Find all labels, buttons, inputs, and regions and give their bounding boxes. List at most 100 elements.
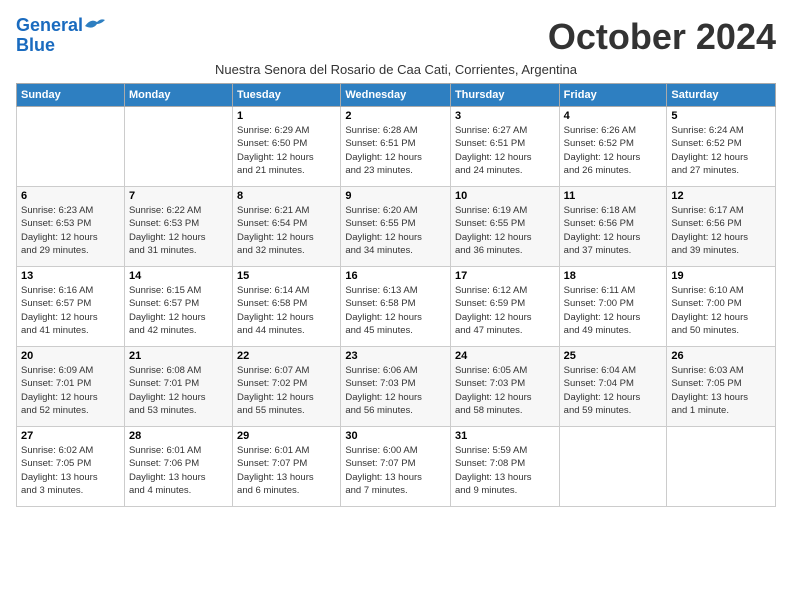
day-number: 16 <box>345 270 446 282</box>
day-number: 31 <box>455 430 555 442</box>
calendar-cell: 24 Sunrise: 6:05 AM Sunset: 7:03 PM Dayli… <box>450 347 559 427</box>
day-info: Sunrise: 6:24 AM Sunset: 6:52 PM Dayligh… <box>671 124 771 177</box>
calendar-cell: 10 Sunrise: 6:19 AM Sunset: 6:55 PM Dayli… <box>450 187 559 267</box>
day-info: Sunrise: 6:29 AM Sunset: 6:50 PM Dayligh… <box>237 124 336 177</box>
weekday-header-thursday: Thursday <box>450 84 559 107</box>
day-info: Sunrise: 6:12 AM Sunset: 6:59 PM Dayligh… <box>455 284 555 337</box>
day-info: Sunrise: 6:17 AM Sunset: 6:56 PM Dayligh… <box>671 204 771 257</box>
day-number: 17 <box>455 270 555 282</box>
calendar-cell: 27 Sunrise: 6:02 AM Sunset: 7:05 PM Dayli… <box>17 427 125 507</box>
calendar-cell: 30Sunrise: 6:00 AM Sunset: 7:07 PM Dayli… <box>341 427 451 507</box>
day-info: Sunrise: 6:01 AM Sunset: 7:07 PM Dayligh… <box>237 444 336 497</box>
calendar-cell <box>124 107 232 187</box>
day-number: 20 <box>21 350 120 362</box>
day-number: 23 <box>345 350 446 362</box>
day-info: Sunrise: 6:11 AM Sunset: 7:00 PM Dayligh… <box>564 284 663 337</box>
calendar-cell: 14 Sunrise: 6:15 AM Sunset: 6:57 PM Dayli… <box>124 267 232 347</box>
calendar-cell: 3Sunrise: 6:27 AM Sunset: 6:51 PM Daylig… <box>450 107 559 187</box>
day-info: Sunrise: 6:26 AM Sunset: 6:52 PM Dayligh… <box>564 124 663 177</box>
day-number: 5 <box>671 110 771 122</box>
day-number: 26 <box>671 350 771 362</box>
subtitle: Nuestra Senora del Rosario de Caa Cati, … <box>16 62 776 77</box>
day-info: Sunrise: 5:59 AM Sunset: 7:08 PM Dayligh… <box>455 444 555 497</box>
day-info: Sunrise: 6:10 AM Sunset: 7:00 PM Dayligh… <box>671 284 771 337</box>
calendar-week-row: 6Sunrise: 6:23 AM Sunset: 6:53 PM Daylig… <box>17 187 776 267</box>
day-info: Sunrise: 6:00 AM Sunset: 7:07 PM Dayligh… <box>345 444 446 497</box>
calendar-cell: 23 Sunrise: 6:06 AM Sunset: 7:03 PM Dayli… <box>341 347 451 427</box>
day-info: Sunrise: 6:19 AM Sunset: 6:55 PM Dayligh… <box>455 204 555 257</box>
calendar-cell: 18 Sunrise: 6:11 AM Sunset: 7:00 PM Dayli… <box>559 267 667 347</box>
day-info: Sunrise: 6:22 AM Sunset: 6:53 PM Dayligh… <box>129 204 228 257</box>
calendar-week-row: 20Sunrise: 6:09 AM Sunset: 7:01 PM Dayli… <box>17 347 776 427</box>
calendar-cell: 21 Sunrise: 6:08 AM Sunset: 7:01 PM Dayli… <box>124 347 232 427</box>
calendar-cell: 20Sunrise: 6:09 AM Sunset: 7:01 PM Dayli… <box>17 347 125 427</box>
day-info: Sunrise: 6:20 AM Sunset: 6:55 PM Dayligh… <box>345 204 446 257</box>
day-info: Sunrise: 6:07 AM Sunset: 7:02 PM Dayligh… <box>237 364 336 417</box>
calendar-week-row: 1Sunrise: 6:29 AM Sunset: 6:50 PM Daylig… <box>17 107 776 187</box>
calendar-cell: 7 Sunrise: 6:22 AM Sunset: 6:53 PM Daylig… <box>124 187 232 267</box>
day-number: 14 <box>129 270 228 282</box>
calendar-cell: 22 Sunrise: 6:07 AM Sunset: 7:02 PM Dayli… <box>233 347 341 427</box>
calendar-cell: 19 Sunrise: 6:10 AM Sunset: 7:00 PM Dayli… <box>667 267 776 347</box>
day-number: 27 <box>21 430 120 442</box>
day-info: Sunrise: 6:18 AM Sunset: 6:56 PM Dayligh… <box>564 204 663 257</box>
day-info: Sunrise: 6:21 AM Sunset: 6:54 PM Dayligh… <box>237 204 336 257</box>
calendar-cell <box>17 107 125 187</box>
day-info: Sunrise: 6:23 AM Sunset: 6:53 PM Dayligh… <box>21 204 120 257</box>
day-number: 19 <box>671 270 771 282</box>
month-title: October 2024 <box>548 16 776 58</box>
day-number: 28 <box>129 430 228 442</box>
day-number: 11 <box>564 190 663 202</box>
day-number: 12 <box>671 190 771 202</box>
day-info: Sunrise: 6:03 AM Sunset: 7:05 PM Dayligh… <box>671 364 771 417</box>
weekday-header-row: SundayMondayTuesdayWednesdayThursdayFrid… <box>17 84 776 107</box>
weekday-header-saturday: Saturday <box>667 84 776 107</box>
calendar-cell: 25Sunrise: 6:04 AM Sunset: 7:04 PM Dayli… <box>559 347 667 427</box>
calendar-cell: 15Sunrise: 6:14 AM Sunset: 6:58 PM Dayli… <box>233 267 341 347</box>
logo-text: General Blue <box>16 15 83 55</box>
day-info: Sunrise: 6:06 AM Sunset: 7:03 PM Dayligh… <box>345 364 446 417</box>
day-number: 15 <box>237 270 336 282</box>
logo-bird-icon <box>83 16 105 34</box>
day-info: Sunrise: 6:01 AM Sunset: 7:06 PM Dayligh… <box>129 444 228 497</box>
weekday-header-monday: Monday <box>124 84 232 107</box>
calendar-week-row: 27 Sunrise: 6:02 AM Sunset: 7:05 PM Dayli… <box>17 427 776 507</box>
calendar-week-row: 13Sunrise: 6:16 AM Sunset: 6:57 PM Dayli… <box>17 267 776 347</box>
calendar-cell: 17 Sunrise: 6:12 AM Sunset: 6:59 PM Dayli… <box>450 267 559 347</box>
day-number: 10 <box>455 190 555 202</box>
day-number: 8 <box>237 190 336 202</box>
day-number: 24 <box>455 350 555 362</box>
calendar-cell: 29Sunrise: 6:01 AM Sunset: 7:07 PM Dayli… <box>233 427 341 507</box>
day-number: 2 <box>345 110 446 122</box>
day-number: 18 <box>564 270 663 282</box>
day-info: Sunrise: 6:15 AM Sunset: 6:57 PM Dayligh… <box>129 284 228 337</box>
calendar-table: SundayMondayTuesdayWednesdayThursdayFrid… <box>16 83 776 507</box>
weekday-header-tuesday: Tuesday <box>233 84 341 107</box>
day-info: Sunrise: 6:16 AM Sunset: 6:57 PM Dayligh… <box>21 284 120 337</box>
logo: General Blue <box>16 16 83 56</box>
calendar-cell: 13Sunrise: 6:16 AM Sunset: 6:57 PM Dayli… <box>17 267 125 347</box>
day-number: 21 <box>129 350 228 362</box>
calendar-cell: 2 Sunrise: 6:28 AM Sunset: 6:51 PM Daylig… <box>341 107 451 187</box>
calendar-cell: 26 Sunrise: 6:03 AM Sunset: 7:05 PM Dayli… <box>667 347 776 427</box>
calendar-cell: 11 Sunrise: 6:18 AM Sunset: 6:56 PM Dayli… <box>559 187 667 267</box>
day-info: Sunrise: 6:28 AM Sunset: 6:51 PM Dayligh… <box>345 124 446 177</box>
day-number: 7 <box>129 190 228 202</box>
day-number: 22 <box>237 350 336 362</box>
day-info: Sunrise: 6:27 AM Sunset: 6:51 PM Dayligh… <box>455 124 555 177</box>
calendar-cell: 8 Sunrise: 6:21 AM Sunset: 6:54 PM Daylig… <box>233 187 341 267</box>
calendar-cell: 5 Sunrise: 6:24 AM Sunset: 6:52 PM Daylig… <box>667 107 776 187</box>
calendar-cell: 28 Sunrise: 6:01 AM Sunset: 7:06 PM Dayli… <box>124 427 232 507</box>
calendar-cell: 31 Sunrise: 5:59 AM Sunset: 7:08 PM Dayli… <box>450 427 559 507</box>
calendar-cell: 1Sunrise: 6:29 AM Sunset: 6:50 PM Daylig… <box>233 107 341 187</box>
calendar-cell: 6Sunrise: 6:23 AM Sunset: 6:53 PM Daylig… <box>17 187 125 267</box>
weekday-header-wednesday: Wednesday <box>341 84 451 107</box>
calendar-cell <box>667 427 776 507</box>
day-info: Sunrise: 6:02 AM Sunset: 7:05 PM Dayligh… <box>21 444 120 497</box>
calendar-cell: 9Sunrise: 6:20 AM Sunset: 6:55 PM Daylig… <box>341 187 451 267</box>
day-info: Sunrise: 6:13 AM Sunset: 6:58 PM Dayligh… <box>345 284 446 337</box>
calendar-cell: 16 Sunrise: 6:13 AM Sunset: 6:58 PM Dayli… <box>341 267 451 347</box>
day-info: Sunrise: 6:08 AM Sunset: 7:01 PM Dayligh… <box>129 364 228 417</box>
calendar-cell: 4Sunrise: 6:26 AM Sunset: 6:52 PM Daylig… <box>559 107 667 187</box>
day-info: Sunrise: 6:05 AM Sunset: 7:03 PM Dayligh… <box>455 364 555 417</box>
